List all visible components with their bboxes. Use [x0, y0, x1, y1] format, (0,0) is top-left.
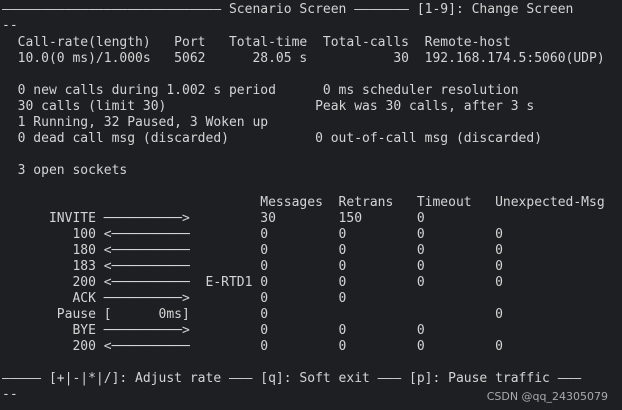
- message-row-bye: BYE ──────────> 0 0 0: [2, 323, 425, 338]
- message-row-100: 100 <────────── 0 0 0 0: [2, 227, 503, 242]
- stats-new-calls: 0 new calls during 1.002 s period 0 ms s…: [2, 83, 519, 98]
- message-row-invite: INVITE ──────────> 30 150 0: [2, 211, 425, 226]
- stats-calls-limit: 30 calls (limit 30) Peak was 30 calls, a…: [2, 99, 535, 114]
- screen-header: ———————————————————————————— Scenario Sc…: [2, 2, 574, 17]
- call-rate-values: 10.0(0 ms)/1.000s 5062 28.05 s 30 192.16…: [2, 51, 605, 66]
- terminal-window: ———————————————————————————— Scenario Sc…: [0, 0, 622, 410]
- screen-header-continuation: --: [2, 18, 18, 33]
- footer-keybindings: ————— [+|-|*|/]: Adjust rate ——— [q]: So…: [2, 371, 582, 386]
- message-row-183: 183 <────────── 0 0 0 0: [2, 259, 503, 274]
- footer-continuation: --: [2, 387, 18, 402]
- message-row-ack: ACK ──────────> 0 0: [2, 291, 347, 306]
- message-row-pause: Pause [ 0ms] 0 0: [2, 307, 503, 322]
- message-row-200-rtd: 200 <────────── E-RTD1 0 0 0 0: [2, 275, 503, 290]
- csdn-watermark: CSDN @qq_24305079: [486, 390, 608, 403]
- message-row-180: 180 <────────── 0 0 0 0: [2, 243, 503, 258]
- stats-running-paused: 1 Running, 32 Paused, 3 Woken up: [2, 115, 269, 130]
- stats-open-sockets: 3 open sockets: [2, 163, 128, 178]
- call-rate-header: Call-rate(length) Port Total-time Total-…: [2, 35, 511, 50]
- messages-table-header: Messages Retrans Timeout Unexpected-Msg: [2, 195, 605, 210]
- message-row-200-final: 200 <────────── 0 0 0 0: [2, 339, 503, 354]
- stats-discarded-msgs: 0 dead call msg (discarded) 0 out-of-cal…: [2, 131, 543, 146]
